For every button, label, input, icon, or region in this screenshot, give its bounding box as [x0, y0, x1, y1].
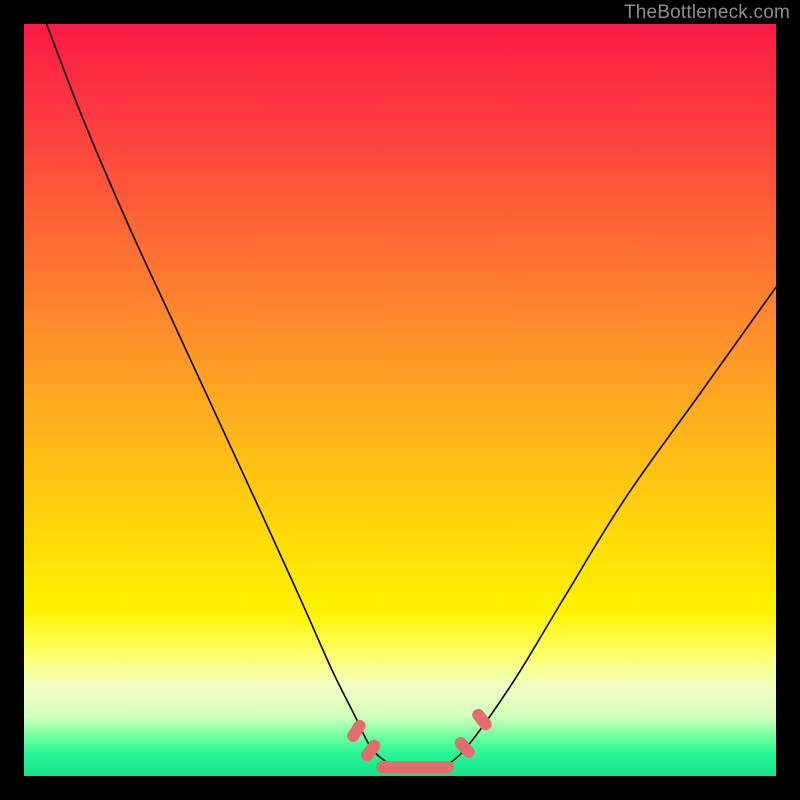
curve-marker: [345, 718, 368, 745]
plot-area: [24, 24, 776, 776]
bottleneck-curve: [47, 24, 776, 769]
curve-marker: [359, 737, 383, 763]
chart-frame: TheBottleneck.com: [0, 0, 800, 800]
valley-bar-marker: [376, 761, 453, 773]
watermark-text: TheBottleneck.com: [624, 2, 790, 24]
curve-layer: [24, 24, 776, 776]
curve-marker: [470, 706, 494, 732]
